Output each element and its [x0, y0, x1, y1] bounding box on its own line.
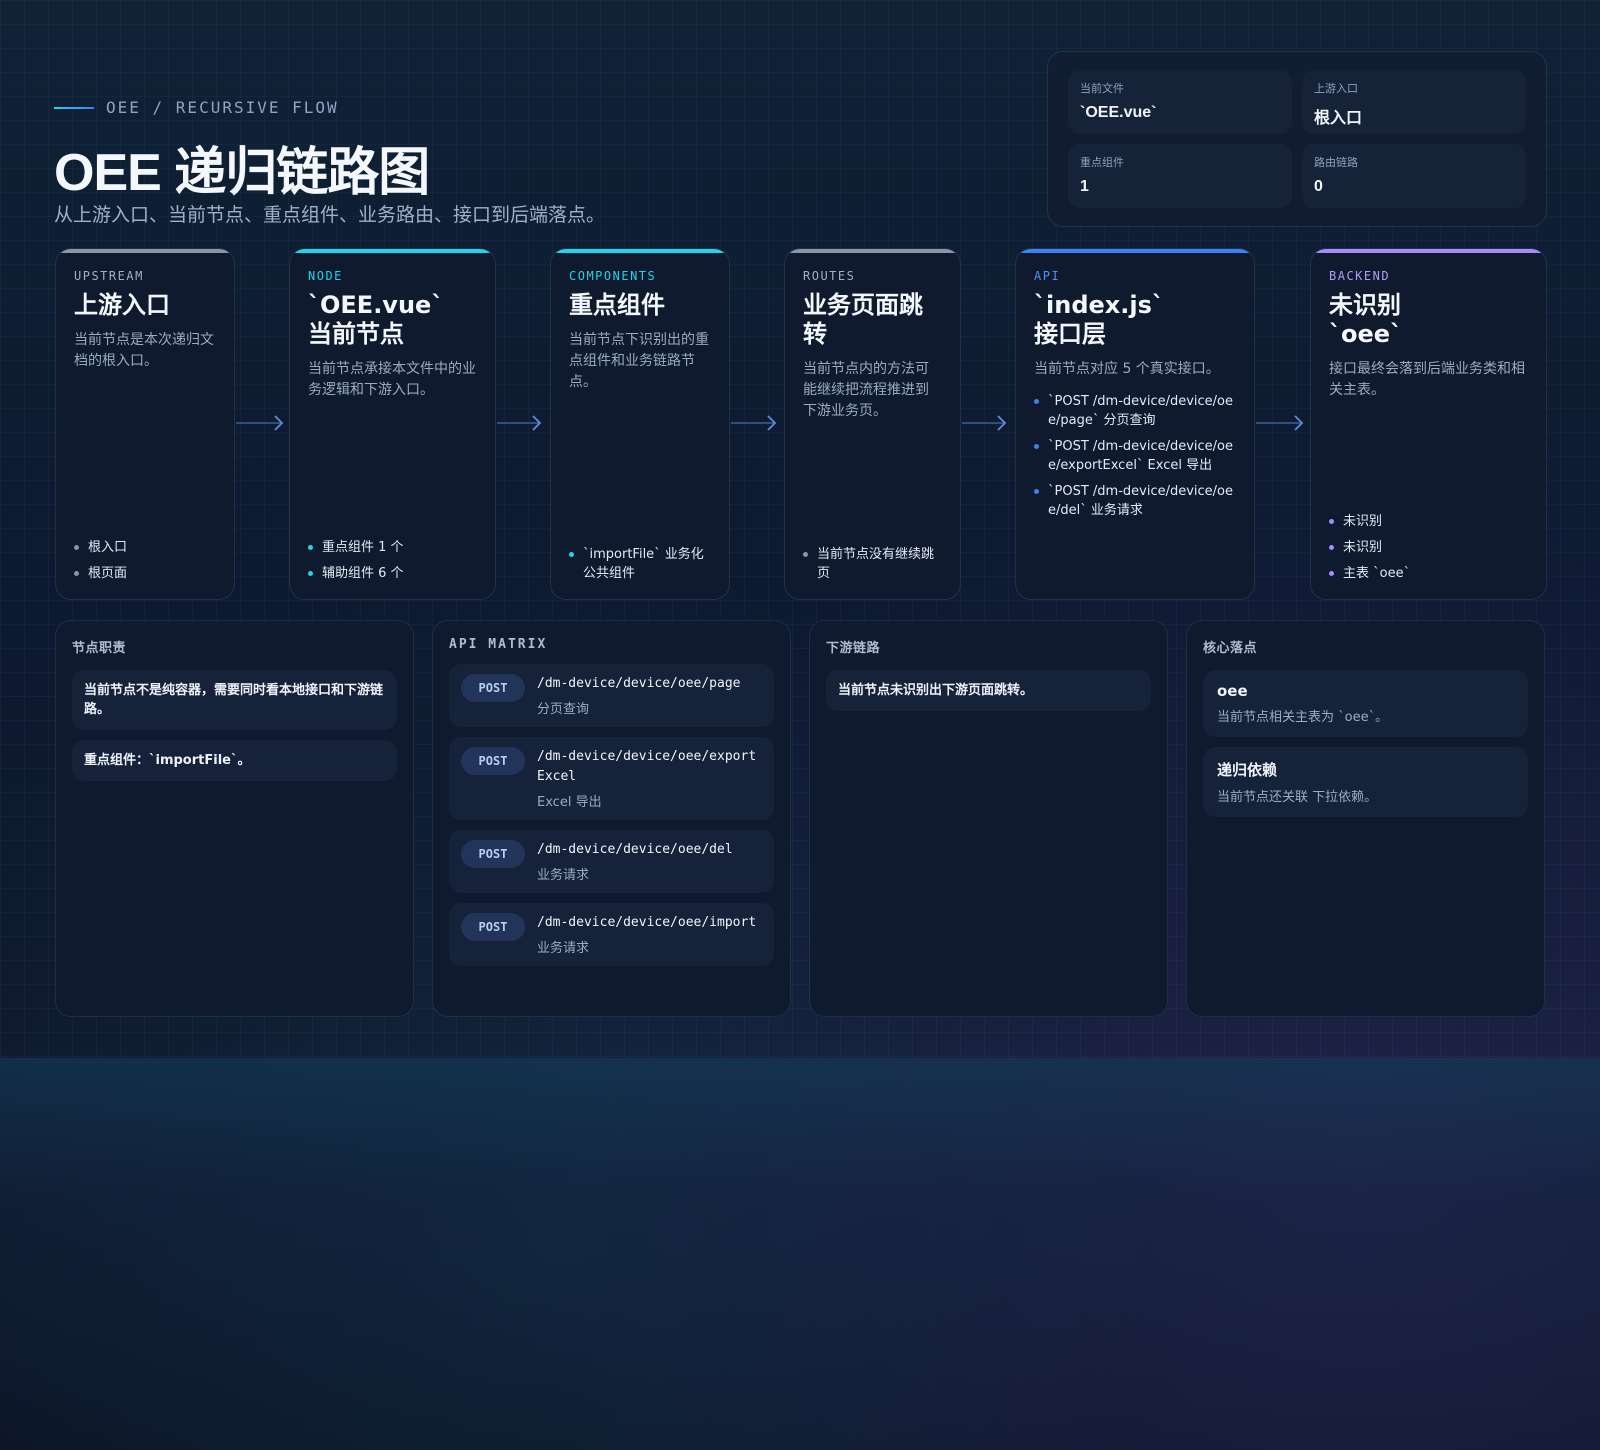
stat-route-chain: 路由链路 0	[1302, 144, 1526, 208]
api-desc: Excel 导出	[537, 795, 602, 810]
api-path: /dm-device/device/oee/page	[537, 676, 741, 691]
card-tag: COMPONENTS	[569, 269, 657, 283]
stat-current-file: 当前文件 `OEE.vue`	[1068, 70, 1292, 134]
list-item: 辅助组件 6 个	[308, 564, 481, 583]
panel-node-duty: 节点职责 当前节点不是纯容器，需要同时看本地接口和下游链路。 重点组件：`imp…	[55, 620, 414, 1017]
card-desc: 当前节点对应 5 个真实接口。	[1034, 361, 1220, 377]
card-title: 业务页面跳转	[803, 291, 923, 348]
stat-label: 当前文件	[1080, 82, 1124, 95]
api-desc: 业务请求	[537, 941, 590, 956]
list-item: 根入口	[74, 538, 220, 557]
stat-value: 0	[1314, 178, 1323, 195]
card-tag: API	[1034, 269, 1061, 283]
background-band	[0, 1058, 1600, 1450]
api-row[interactable]: POST /dm-device/device/oee/exportExcel E…	[449, 737, 774, 820]
stats-panel: 当前文件 `OEE.vue` 上游入口 根入口 重点组件 1 路由链路 0	[1047, 51, 1547, 227]
list-item: `POST /dm-device/device/oee/page` 分页查询	[1034, 392, 1236, 430]
list-item: `importFile` 业务化公共组件	[569, 545, 715, 583]
list-item: 未识别	[1329, 538, 1532, 557]
core-desc: 当前节点相关主表为 `oee`。	[1217, 710, 1389, 725]
api-row[interactable]: POST /dm-device/device/oee/import 业务请求	[449, 903, 774, 966]
stat-label: 重点组件	[1080, 156, 1124, 169]
stat-label: 路由链路	[1314, 156, 1358, 169]
card-title: `OEE.vue` 当前节点	[308, 291, 444, 348]
panel-title: API MATRIX	[449, 637, 548, 652]
core-item: oee 当前节点相关主表为 `oee`。	[1203, 670, 1528, 737]
panel-downstream: 下游链路 当前节点未识别出下游页面跳转。	[809, 620, 1168, 1017]
core-item: 递归依赖 当前节点还关联 下拉依赖。	[1203, 747, 1528, 817]
card-desc: 接口最终会落到后端业务类和相关主表。	[1329, 361, 1525, 398]
card-routes: ROUTES 业务页面跳转 当前节点内的方法可能继续把流程推进到下游业务页。 当…	[784, 248, 961, 600]
eyebrow-text: OEE / RECURSIVE FLOW	[106, 98, 339, 117]
list-item: 当前节点没有继续跳页	[803, 545, 946, 583]
list-item: 未识别	[1329, 512, 1532, 531]
card-tag: BACKEND	[1329, 269, 1391, 283]
panel-title: 核心落点	[1203, 641, 1258, 656]
list-item: `POST /dm-device/device/oee/exportExcel`…	[1034, 437, 1236, 475]
card-title: `index.js` 接口层	[1034, 291, 1164, 348]
card-desc: 当前节点是本次递归文档的根入口。	[74, 332, 214, 369]
panel-title: 节点职责	[72, 641, 127, 656]
method-badge: POST	[461, 913, 525, 941]
card-list: `POST /dm-device/device/oee/page` 分页查询 `…	[1034, 392, 1236, 520]
core-name: 递归依赖	[1217, 761, 1278, 779]
eyebrow: OEE / RECURSIVE FLOW	[54, 98, 339, 117]
list-item: 根页面	[74, 564, 220, 583]
method-badge: POST	[461, 840, 525, 868]
card-title: 未识别 `oee`	[1329, 291, 1403, 348]
card-tag: ROUTES	[803, 269, 856, 283]
api-row[interactable]: POST /dm-device/device/oee/del 业务请求	[449, 830, 774, 893]
card-title: 重点组件	[569, 291, 665, 319]
card-list: 当前节点没有继续跳页	[803, 538, 946, 583]
core-name: oee	[1217, 682, 1248, 700]
card-list: `importFile` 业务化公共组件	[569, 538, 715, 583]
card-tag: NODE	[308, 269, 343, 283]
flow-arrow-icon	[236, 415, 284, 431]
card-list: 未识别 未识别 主表 `oee`	[1329, 505, 1532, 583]
card-upstream: UPSTREAM 上游入口 当前节点是本次递归文档的根入口。 根入口 根页面	[55, 248, 235, 600]
eyebrow-line	[54, 106, 94, 109]
card-node: NODE `OEE.vue` 当前节点 当前节点承接本文件中的业务逻辑和下游入口…	[289, 248, 496, 600]
page-title: OEE 递归链路图	[54, 144, 430, 202]
panel-api-matrix: API MATRIX POST /dm-device/device/oee/pa…	[432, 620, 791, 1017]
method-badge: POST	[461, 674, 525, 702]
api-desc: 业务请求	[537, 868, 590, 883]
flow-arrow-icon	[497, 415, 542, 431]
card-tag: UPSTREAM	[74, 269, 144, 283]
note-item: 当前节点不是纯容器，需要同时看本地接口和下游链路。	[72, 670, 397, 730]
api-path: /dm-device/device/oee/exportExcel	[537, 749, 757, 784]
api-desc: 分页查询	[537, 702, 590, 717]
stat-value: 1	[1080, 178, 1089, 195]
card-desc: 当前节点下识别出的重点组件和业务链路节点。	[569, 332, 709, 390]
note-item: 当前节点未识别出下游页面跳转。	[826, 670, 1151, 711]
method-badge: POST	[461, 747, 525, 775]
list-item: 重点组件 1 个	[308, 538, 481, 557]
card-api: API `index.js` 接口层 当前节点对应 5 个真实接口。 `POST…	[1015, 248, 1255, 600]
core-desc: 当前节点还关联 下拉依赖。	[1217, 790, 1378, 805]
list-item: 主表 `oee`	[1329, 564, 1532, 583]
flow-arrow-icon	[731, 415, 777, 431]
note-item: 重点组件：`importFile`。	[72, 740, 397, 781]
card-backend: BACKEND 未识别 `oee` 接口最终会落到后端业务类和相关主表。 未识别…	[1310, 248, 1547, 600]
card-title: 上游入口	[74, 291, 170, 319]
api-path: /dm-device/device/oee/del	[537, 842, 733, 857]
card-desc: 当前节点承接本文件中的业务逻辑和下游入口。	[308, 361, 476, 398]
stat-label: 上游入口	[1314, 82, 1358, 95]
panel-core-landing: 核心落点 oee 当前节点相关主表为 `oee`。 递归依赖 当前节点还关联 下…	[1186, 620, 1545, 1017]
flow-arrow-icon	[962, 415, 1007, 431]
page-subtitle: 从上游入口、当前节点、重点组件、业务路由、接口到后端落点。	[54, 204, 606, 226]
stat-key-components: 重点组件 1	[1068, 144, 1292, 208]
card-list: 重点组件 1 个 辅助组件 6 个	[308, 531, 481, 583]
card-desc: 当前节点内的方法可能继续把流程推进到下游业务页。	[803, 361, 929, 419]
stat-upstream-entry: 上游入口 根入口	[1302, 70, 1526, 134]
api-row[interactable]: POST /dm-device/device/oee/page 分页查询	[449, 664, 774, 727]
api-path: /dm-device/device/oee/import	[537, 915, 757, 930]
card-components: COMPONENTS 重点组件 当前节点下识别出的重点组件和业务链路节点。 `i…	[550, 248, 730, 600]
panel-title: 下游链路	[826, 641, 881, 656]
stat-value: 根入口	[1314, 110, 1363, 127]
stat-value: `OEE.vue`	[1080, 104, 1157, 121]
card-list: 根入口 根页面	[74, 531, 220, 583]
list-item: `POST /dm-device/device/oee/del` 业务请求	[1034, 482, 1236, 520]
flow-arrow-icon	[1256, 415, 1304, 431]
